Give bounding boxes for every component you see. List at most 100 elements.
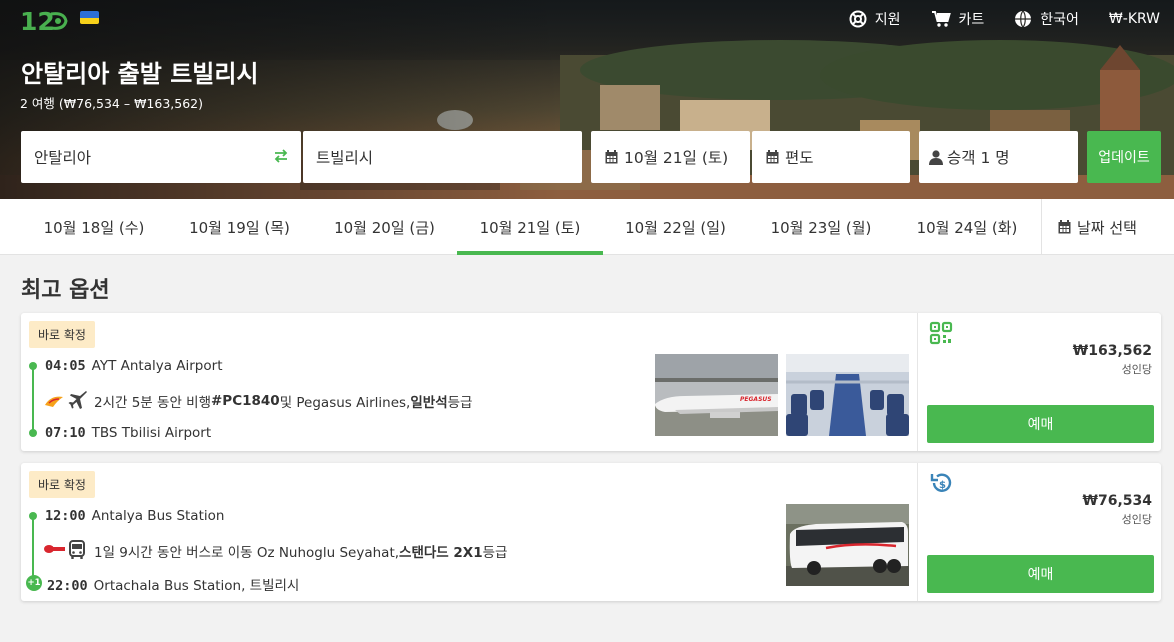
departure-time: 12:00 <box>45 508 86 524</box>
arrival-time: 07:10 <box>45 425 86 441</box>
bus-icon <box>69 540 85 559</box>
qr-ticket-icon <box>929 321 953 345</box>
pegasus-logo-icon <box>45 396 63 407</box>
result-card-bus[interactable]: 바로 확정 +1 12:00 Antalya Bus Station 22:00 O… <box>21 463 1161 601</box>
book-button[interactable]: 예매 <box>927 555 1154 593</box>
trip-desc-duration: 2시간 5분 동안 비행 <box>94 395 211 411</box>
svg-text:12: 12 <box>20 7 55 36</box>
price-per: 성인당 <box>1121 363 1152 376</box>
date-tabs: 10월 18일 (수) 10월 19일 (목) 10월 20일 (금) 10월 … <box>0 199 1174 255</box>
aircraft-livery: PEGASUS <box>740 396 772 403</box>
nav-language[interactable]: 한국어 <box>1014 9 1079 29</box>
nav-currency[interactable]: ₩-KRW <box>1109 11 1160 27</box>
site-logo[interactable]: 12 <box>20 4 70 36</box>
departure-dot <box>29 362 37 370</box>
arrival-place: TBS Tbilisi Airport <box>91 425 212 441</box>
route-line <box>32 366 34 433</box>
departure: 04:05 AYT Antalya Airport <box>45 358 222 374</box>
return-field[interactable]: 편도 <box>752 131 910 183</box>
flight-number: #PC1840 <box>211 393 280 409</box>
calendar-icon <box>1058 220 1071 234</box>
date-tab-label: 10월 22일 (일) <box>625 218 726 237</box>
trip-description: 2시간 5분 동안 비행 #PC1840 및 Pegasus Airlines,… <box>94 391 472 411</box>
date-tab[interactable]: 10월 24일 (화) <box>894 199 1040 255</box>
user-icon <box>929 149 943 165</box>
bus-photo[interactable] <box>786 504 909 586</box>
result-card-flight[interactable]: 바로 확정 04:05 AYT Antalya Airport 07:10 TBS … <box>21 313 1161 451</box>
trip-desc-duration: 1일 9시간 동안 버스로 이동 Oz Nuhoglu Seyahat, <box>94 545 400 561</box>
nav-currency-label: ₩-KRW <box>1108 11 1160 27</box>
refund-icon: $ <box>930 473 952 492</box>
date-tab[interactable]: 10월 19일 (목) <box>167 199 312 255</box>
price-panel: $ ₩76,534 성인당 예매 <box>917 463 1161 601</box>
date-field[interactable]: 10월 21일 (토) <box>591 131 750 183</box>
instant-confirm-badge: 바로 확정 <box>29 471 95 498</box>
day-offset-badge: +1 <box>26 575 42 591</box>
aircraft-photo[interactable]: PEGASUS <box>655 354 778 436</box>
swap-icon[interactable] <box>273 148 289 164</box>
departure-dot <box>29 512 37 520</box>
section-title: 최고 옵션 <box>21 278 110 303</box>
date-tab[interactable]: 10월 18일 (수) <box>21 199 167 255</box>
date-tab-label: 10월 19일 (목) <box>189 218 290 237</box>
price-per: 성인당 <box>1121 513 1152 526</box>
date-tab[interactable]: 10월 20일 (금) <box>312 199 457 255</box>
svg-text:$: $ <box>939 480 946 491</box>
nav-support[interactable]: 지원 <box>849 9 901 29</box>
route-line <box>32 516 34 580</box>
cabin-photo[interactable] <box>786 354 909 436</box>
date-value: 10월 21일 (토) <box>624 149 729 167</box>
date-picker-button[interactable]: 날짜 선택 <box>1041 199 1174 255</box>
hero-banner: 12 지원 카트 한국어 ₩-KRW 안탈리아 출발 트빌리시 2 여행 (₩7… <box>0 0 1174 199</box>
globe-icon <box>1015 10 1032 28</box>
bus-carrier-logo-icon <box>44 545 65 553</box>
logo-icon: 12 <box>20 7 68 36</box>
arrival: 07:10 TBS Tbilisi Airport <box>45 425 211 441</box>
departure-place: Antalya Bus Station <box>91 508 225 524</box>
date-picker-label: 날짜 선택 <box>1077 218 1137 237</box>
trip-desc-airline: 및 Pegasus Airlines, <box>279 395 411 411</box>
lifebuoy-icon <box>849 10 867 28</box>
date-tab-label: 10월 24일 (화) <box>916 218 1018 237</box>
date-tab-label: 10월 23일 (월) <box>770 218 872 237</box>
cart-icon <box>931 11 951 27</box>
date-tab-label: 10월 18일 (수) <box>43 218 145 237</box>
arrival-place: Ortachala Bus Station, 트빌리시 <box>93 578 300 594</box>
departure-time: 04:05 <box>45 358 86 374</box>
price: ₩163,562 <box>1072 343 1152 359</box>
page-title: 안탈리아 출발 트빌리시 <box>21 60 259 88</box>
arrival: 22:00 Ortachala Bus Station, 트빌리시 <box>47 574 299 594</box>
top-nav: 지원 카트 한국어 ₩-KRW <box>819 8 1160 30</box>
page-subtitle: 2 여행 (₩76,534 – ₩163,562) <box>20 96 203 111</box>
fare-class: 일반석 <box>410 395 448 411</box>
ukraine-flag-icon <box>80 11 99 24</box>
to-field[interactable]: 트빌리시 <box>303 131 582 183</box>
instant-confirm-badge: 바로 확정 <box>29 321 95 348</box>
date-tab-active[interactable]: 10월 21일 (토) <box>457 199 603 255</box>
trip-desc-suffix: 등급 <box>447 395 473 411</box>
calendar-icon <box>766 150 779 164</box>
arrival-dot <box>29 429 37 437</box>
date-tab-label: 10월 21일 (토) <box>479 218 581 237</box>
trip-description: 1일 9시간 동안 버스로 이동 Oz Nuhoglu Seyahat, 스탠다… <box>94 541 507 561</box>
price: ₩76,534 <box>1082 493 1152 509</box>
from-value: 안탈리아 <box>34 149 92 167</box>
update-button[interactable]: 업데이트 <box>1087 131 1161 183</box>
nav-cart-label: 카트 <box>958 12 985 28</box>
nav-support-label: 지원 <box>874 12 901 28</box>
departure-place: AYT Antalya Airport <box>91 358 223 374</box>
passengers-field[interactable]: 승객 1 명 <box>919 131 1078 183</box>
fare-class: 스탠다드 2X1 <box>399 545 483 561</box>
return-value: 편도 <box>785 149 814 167</box>
nav-cart[interactable]: 카트 <box>931 9 985 29</box>
from-field[interactable]: 안탈리아 <box>21 131 301 183</box>
price-panel: ₩163,562 성인당 예매 <box>917 313 1161 451</box>
date-tab-label: 10월 20일 (금) <box>334 218 435 237</box>
calendar-icon <box>605 150 618 164</box>
passengers-value: 승객 1 명 <box>947 149 1010 167</box>
date-tab[interactable]: 10월 22일 (일) <box>603 199 748 255</box>
arrival-time: 22:00 <box>47 578 88 594</box>
departure: 12:00 Antalya Bus Station <box>45 508 224 524</box>
book-button[interactable]: 예매 <box>927 405 1154 443</box>
date-tab[interactable]: 10월 23일 (월) <box>748 199 894 255</box>
